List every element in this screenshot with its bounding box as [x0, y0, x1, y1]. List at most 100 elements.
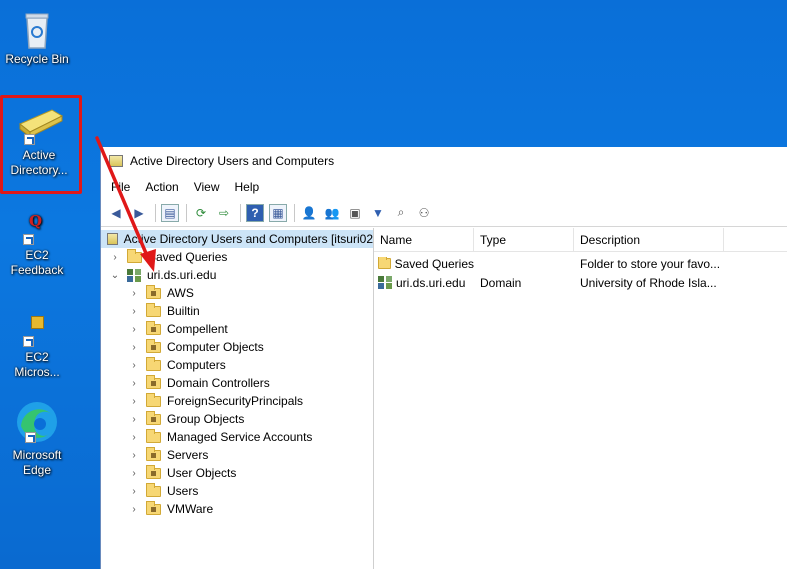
properties-icon[interactable]: ▦ — [269, 203, 287, 222]
find-icon[interactable]: ⌕ — [392, 204, 410, 222]
desktop-icon-label: EC2 Feedback — [10, 248, 64, 277]
folder-icon — [378, 256, 391, 269]
list-cell-name: uri.ds.uri.edu — [374, 276, 474, 290]
tree-item-ou[interactable]: › User Objects — [101, 464, 373, 482]
folder-icon — [146, 428, 161, 443]
tree-root-label: Active Directory Users and Computers [it… — [123, 232, 373, 246]
tree-item-ou[interactable]: › AWS — [101, 284, 373, 302]
tree-item-ou[interactable]: › Group Objects — [101, 410, 373, 428]
console-tree[interactable]: Active Directory Users and Computers [it… — [101, 228, 374, 569]
window-title: Active Directory Users and Computers — [130, 154, 335, 168]
toolbar-separator — [294, 203, 295, 222]
desktop-icon-recycle-bin[interactable]: Recycle Bin — [0, 8, 74, 67]
ou-folder-icon — [146, 500, 161, 515]
desktop-icon-label: Recycle Bin — [5, 52, 69, 66]
list-name-text: Saved Queries — [394, 256, 474, 271]
tree-item-label: Group Objects — [167, 412, 245, 426]
ou-folder-icon — [146, 410, 161, 425]
list-header: Name Type Description — [374, 227, 787, 252]
shortcut-arrow-icon — [24, 134, 35, 145]
menu-view[interactable]: View — [194, 180, 220, 194]
desktop-icon-ec2-micros[interactable]: EC2 Micros... — [0, 316, 74, 380]
panes: Active Directory Users and Computers [it… — [101, 227, 787, 569]
expand-chevron-icon[interactable]: › — [128, 414, 140, 425]
list-cell-description: Folder to store your favo... — [580, 256, 721, 271]
desktop-icon-active-directory[interactable]: Active Directory... — [2, 104, 76, 178]
tree-item-label: VMWare — [167, 502, 214, 516]
expand-chevron-icon[interactable]: › — [128, 306, 140, 317]
tree-root[interactable]: Active Directory Users and Computers [it… — [101, 230, 373, 248]
expand-chevron-icon[interactable]: › — [128, 288, 140, 299]
export-list-icon[interactable]: ⇨ — [215, 204, 233, 222]
edge-icon — [13, 398, 61, 446]
expand-chevron-icon[interactable]: › — [128, 396, 140, 407]
recycle-bin-icon — [21, 8, 53, 50]
ou-folder-icon — [146, 374, 161, 389]
ad-users-computers-icon — [14, 104, 64, 145]
folder-icon — [146, 482, 161, 497]
menu-file[interactable]: File — [111, 180, 130, 194]
window-titlebar[interactable]: Active Directory Users and Computers — [101, 147, 787, 175]
desktop-icon-ec2-feedback[interactable]: Q EC2 Feedback — [0, 214, 74, 278]
create-user-icon[interactable]: 👤 — [300, 204, 318, 222]
list-name-text: uri.ds.uri.edu — [396, 275, 466, 290]
tree-item-ou[interactable]: › Servers — [101, 446, 373, 464]
expand-chevron-icon[interactable]: › — [128, 450, 140, 461]
tree-item-ou[interactable]: › Users — [101, 482, 373, 500]
expand-chevron-icon[interactable]: › — [128, 504, 140, 515]
list-row[interactable]: Saved Queries Folder to store your favo.… — [374, 254, 787, 273]
menu-action[interactable]: Action — [145, 180, 178, 194]
add-to-group-icon[interactable]: ⚇ — [415, 204, 433, 222]
aduc-root-icon — [107, 233, 118, 245]
tree-item-ou[interactable]: › Compellent — [101, 320, 373, 338]
expand-chevron-icon[interactable]: › — [128, 342, 140, 353]
help-icon[interactable]: ? — [246, 203, 264, 222]
refresh-icon[interactable]: ⟳ — [192, 204, 210, 222]
desktop-icon-edge[interactable]: Microsoft Edge — [0, 398, 74, 478]
toolbar-separator — [155, 203, 156, 222]
collapse-chevron-icon[interactable]: ⌄ — [109, 270, 121, 281]
show-hide-console-tree-icon[interactable]: ▤ — [161, 203, 179, 222]
menu-help[interactable]: Help — [235, 180, 260, 194]
create-ou-icon[interactable]: ▣ — [346, 204, 364, 222]
filter-icon[interactable]: ▼ — [369, 204, 387, 222]
tree-item-ou[interactable]: › ForeignSecurityPrincipals — [101, 392, 373, 410]
menu-bar: File Action View Help — [101, 175, 787, 199]
expand-chevron-icon[interactable]: › — [128, 486, 140, 497]
toolbar-separator — [186, 203, 187, 222]
tree-item-ou[interactable]: › Computer Objects — [101, 338, 373, 356]
tree-item-domain[interactable]: ⌄ uri.ds.uri.edu — [101, 266, 373, 284]
column-header-description[interactable]: Description — [574, 227, 724, 252]
forward-arrow-icon[interactable]: ▶ — [130, 204, 148, 222]
aduc-window[interactable]: Active Directory Users and Computers Fil… — [100, 147, 787, 569]
tree-item-ou[interactable]: › Domain Controllers — [101, 374, 373, 392]
expand-chevron-icon[interactable]: › — [109, 252, 121, 263]
ou-folder-icon — [146, 338, 161, 353]
ou-folder-icon — [146, 464, 161, 479]
folder-icon — [146, 302, 161, 317]
tree-item-saved-queries[interactable]: › Saved Queries — [101, 248, 373, 266]
column-header-name[interactable]: Name — [374, 227, 474, 252]
tree-item-label: Compellent — [167, 322, 228, 336]
expand-chevron-icon[interactable]: › — [128, 378, 140, 389]
back-arrow-icon[interactable]: ◀ — [107, 204, 125, 222]
domain-icon — [127, 268, 142, 282]
details-pane[interactable]: Name Type Description Saved Queries Fold… — [374, 227, 787, 569]
shortcut-arrow-icon — [23, 336, 34, 347]
expand-chevron-icon[interactable]: › — [128, 360, 140, 371]
tree-item-ou[interactable]: › Computers — [101, 356, 373, 374]
create-group-icon[interactable]: 👥 — [323, 204, 341, 222]
tree-item-label: Servers — [167, 448, 209, 462]
desktop-icon-label: EC2 Micros... — [14, 350, 60, 379]
column-header-type[interactable]: Type — [474, 227, 574, 252]
tree-item-ou[interactable]: › Builtin — [101, 302, 373, 320]
expand-chevron-icon[interactable]: › — [128, 432, 140, 443]
tree-item-ou[interactable]: › Managed Service Accounts — [101, 428, 373, 446]
expand-chevron-icon[interactable]: › — [128, 468, 140, 479]
expand-chevron-icon[interactable]: › — [128, 324, 140, 335]
list-row[interactable]: uri.ds.uri.edu Domain University of Rhod… — [374, 273, 787, 292]
ec2-package-icon — [21, 316, 53, 348]
tree-item-label: Builtin — [167, 304, 200, 318]
tree-item-ou[interactable]: › VMWare — [101, 500, 373, 518]
toolbar: ◀ ▶ ▤ ⟳ ⇨ ? ▦ 👤 👥 ▣ ▼ ⌕ ⚇ — [101, 199, 787, 227]
